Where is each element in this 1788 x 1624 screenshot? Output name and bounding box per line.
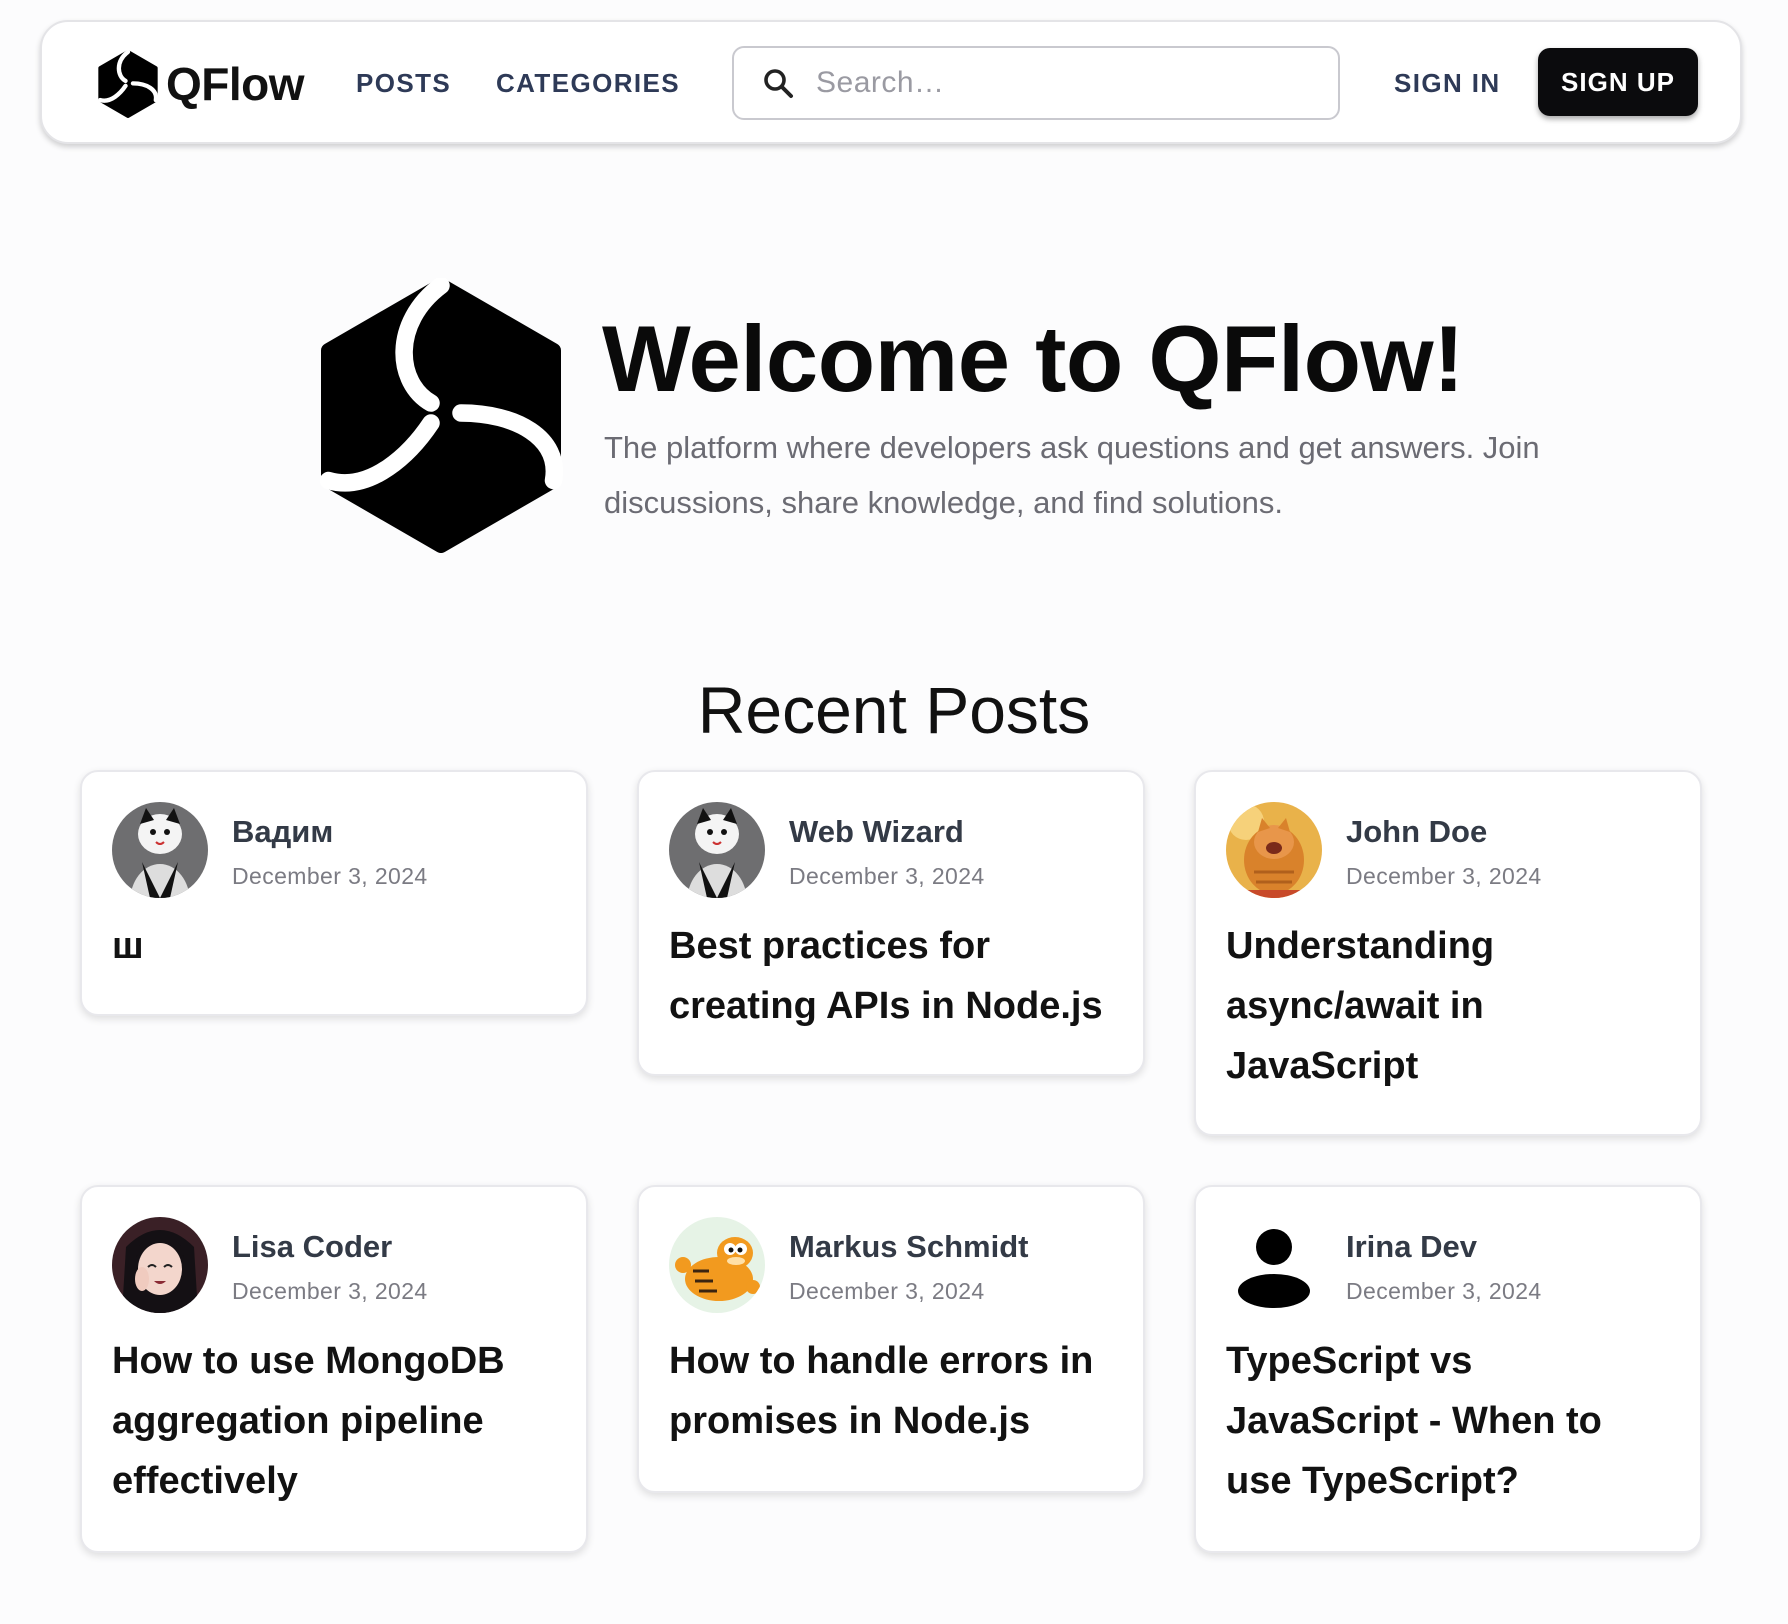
- sign-up-button[interactable]: SIGN UP: [1538, 48, 1698, 116]
- post-date: December 3, 2024: [789, 1278, 985, 1304]
- post-card[interactable]: Вадим December 3, 2024 ш: [80, 770, 588, 1016]
- search-input[interactable]: [814, 65, 1298, 101]
- brand-name: QFlow: [166, 58, 305, 110]
- orange-cat-avatar-icon: [1226, 802, 1322, 898]
- post-author: Markus Schmidt: [789, 1229, 1029, 1264]
- search-icon: [764, 69, 793, 98]
- post-card[interactable]: Markus Schmidt December 3, 2024 How to h…: [637, 1185, 1145, 1493]
- hero-title: Welcome to QFlow!: [602, 306, 1464, 411]
- author-avatar: [1226, 802, 1322, 898]
- post-card[interactable]: Lisa Coder December 3, 2024 How to use M…: [80, 1185, 588, 1553]
- recent-posts-heading: Recent Posts: [697, 673, 1091, 747]
- post-author: John Doe: [1346, 814, 1488, 849]
- qflow-logo-icon: [98, 50, 159, 118]
- author-avatar: [112, 802, 208, 898]
- garfield-avatar-icon: [669, 1217, 765, 1313]
- post-title[interactable]: ш: [112, 916, 560, 976]
- author-avatar: [1226, 1217, 1322, 1313]
- search-box[interactable]: [732, 46, 1340, 120]
- hero-logo-icon: [319, 278, 564, 553]
- nav-link-categories[interactable]: Categories: [496, 68, 680, 99]
- cat-mask-avatar-icon: [669, 802, 765, 898]
- cat-mask-avatar-icon: [112, 802, 208, 898]
- post-card[interactable]: Web Wizard December 3, 2024 Best practic…: [637, 770, 1145, 1076]
- top-navbar: QFlow Posts Categories SIGN IN SIGN UP: [40, 20, 1742, 144]
- nav-link-posts[interactable]: Posts: [356, 68, 451, 99]
- post-author: Web Wizard: [789, 814, 964, 849]
- post-card[interactable]: John Doe December 3, 2024 Understanding …: [1194, 770, 1702, 1136]
- post-title[interactable]: Best practices for creating APIs in Node…: [669, 916, 1117, 1036]
- post-title[interactable]: TypeScript vs JavaScript - When to use T…: [1226, 1331, 1674, 1511]
- sign-in-link[interactable]: SIGN IN: [1394, 68, 1501, 99]
- author-avatar: [112, 1217, 208, 1313]
- post-card[interactable]: Irina Dev December 3, 2024 TypeScript vs…: [1194, 1185, 1702, 1553]
- post-author: Lisa Coder: [232, 1229, 393, 1264]
- person-silhouette-icon: [1226, 1217, 1322, 1313]
- post-date: December 3, 2024: [1346, 863, 1542, 889]
- post-title[interactable]: How to handle errors in promises in Node…: [669, 1331, 1117, 1451]
- post-date: December 3, 2024: [232, 863, 428, 889]
- post-date: December 3, 2024: [232, 1278, 428, 1304]
- post-author: Вадим: [232, 814, 334, 849]
- post-author: Irina Dev: [1346, 1229, 1477, 1264]
- post-date: December 3, 2024: [789, 863, 985, 889]
- brand-logo-link[interactable]: QFlow: [96, 50, 305, 118]
- author-avatar: [669, 802, 765, 898]
- author-avatar: [669, 1217, 765, 1313]
- post-title[interactable]: Understanding async/await in JavaScript: [1226, 916, 1674, 1096]
- post-title[interactable]: How to use MongoDB aggregation pipeline …: [112, 1331, 560, 1511]
- hero-subtitle: The platform where developers ask questi…: [604, 430, 1540, 520]
- post-date: December 3, 2024: [1346, 1278, 1542, 1304]
- anime-girl-avatar-icon: [112, 1217, 208, 1313]
